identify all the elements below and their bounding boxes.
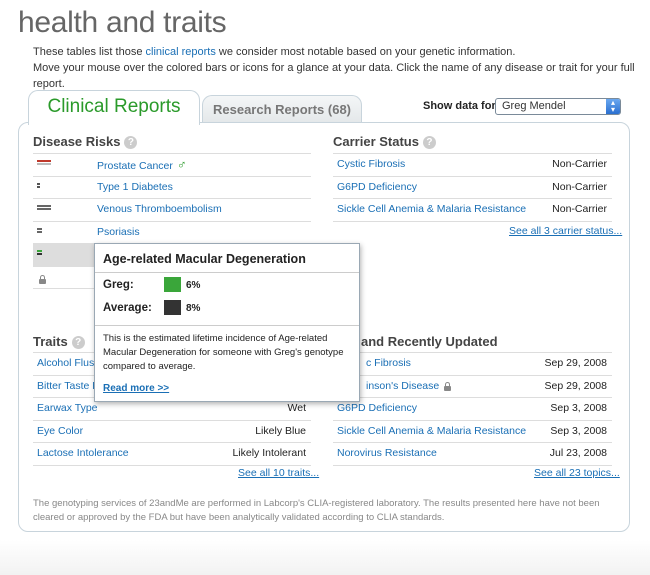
tooltip-greg-pct: 6% [186,280,201,291]
show-data-label: Show data for: [423,100,500,112]
recent-link[interactable]: Sickle Cell Anemia & Malaria Resistance [337,425,526,437]
tab-research-label: Research Reports (68) [213,102,351,117]
disease-link[interactable]: Venous Thromboembolism [97,203,222,215]
trait-link[interactable]: Lactose Intolerance [37,447,129,459]
tooltip-greg-label: Greg: [103,279,134,291]
list-item[interactable]: Prostate Cancer ♂ [33,153,311,177]
trait-value: Likely Intolerant [232,447,306,459]
person-select-value: Greg Mendel [502,100,566,112]
intro-line2: Move your mouse over the colored bars or… [33,62,635,90]
list-item[interactable]: G6PD Deficiency Non-Carrier [333,177,612,199]
trait-link[interactable]: Eye Color [37,425,83,437]
list-item[interactable]: G6PD Deficiency Sep 3, 2008 [333,398,612,421]
risk-bars-icon[interactable] [37,182,51,192]
greg-swatch [164,277,181,292]
tab-clinical-label: Clinical Reports [47,96,181,117]
list-item[interactable]: Lactose Intolerance Likely Intolerant [33,443,311,466]
disease-risks-heading: Disease Risks? [33,134,138,149]
tooltip-average-pct: 8% [186,303,201,314]
list-item[interactable]: Type 1 Diabetes [33,177,311,199]
tooltip-divider [95,272,359,273]
tooltip-title: Age-related Macular Degeneration [103,252,306,266]
lock-icon [444,380,452,392]
page-footer-fade [0,540,650,575]
risk-tooltip: Age-related Macular Degeneration Greg: 6… [94,243,360,402]
disease-link[interactable]: Prostate Cancer [97,160,173,172]
recent-date: Sep 29, 2008 [544,357,607,369]
recent-list: c Fibrosis Sep 29, 2008 inson's Disease Se… [333,352,612,466]
trait-value: Likely Blue [255,424,306,437]
help-icon[interactable]: ? [422,136,436,149]
intro-line1-pre: These tables list those [33,46,146,58]
lock-icon [39,269,46,290]
read-more-link[interactable]: Read more >> [103,383,169,394]
list-item[interactable]: Sickle Cell Anemia & Malaria Resistance N… [333,199,612,222]
list-item[interactable]: Venous Thromboembolism [33,199,311,222]
list-item[interactable]: c Fibrosis Sep 29, 2008 [333,352,612,376]
carrier-status-title: Carrier Status [333,134,419,149]
recent-link[interactable]: c Fibrosis [366,357,411,369]
select-arrows-icon: ▴ ▾ [606,99,620,114]
disclaimer-text: The genotyping services of 23andMe are p… [33,498,600,523]
carrier-link[interactable]: G6PD Deficiency [337,181,417,193]
carrier-value: Non-Carrier [552,203,607,215]
clinical-reports-link[interactable]: clinical reports [146,46,216,58]
traits-title: Traits [33,334,68,349]
list-item[interactable]: Psoriasis [33,222,311,244]
risk-bars-icon[interactable] [37,250,51,259]
see-all-carrier-link[interactable]: See all 3 carrier status... [509,225,622,237]
carrier-value: Non-Carrier [552,180,607,193]
see-all-topics-link[interactable]: See all 23 topics... [534,467,620,479]
risk-bars-icon[interactable] [37,205,51,214]
recent-link[interactable]: Norovirus Resistance [337,447,437,459]
recent-link[interactable]: inson's Disease [366,380,439,392]
recent-date: Sep 3, 2008 [550,424,607,437]
traits-heading: Traits? [33,334,85,349]
trait-link[interactable]: Alcohol Flush [37,357,100,369]
tooltip-average-label: Average: [103,302,152,314]
tab-clinical-reports[interactable]: Clinical Reports [28,90,200,125]
list-item[interactable]: Eye Color Likely Blue [33,421,311,443]
list-item[interactable]: inson's Disease Sep 29, 2008 [333,376,612,398]
intro-line1-post: we consider most notable based on your g… [215,46,516,58]
tab-research-reports[interactable]: Research Reports (68) [202,95,362,124]
average-swatch [164,300,181,315]
see-all-traits-link[interactable]: See all 10 traits... [238,467,319,479]
disease-link[interactable]: Psoriasis [97,226,140,238]
list-item[interactable]: Norovirus Resistance Jul 23, 2008 [333,443,612,466]
tooltip-divider [95,325,359,326]
carrier-value: Non-Carrier [552,158,607,170]
risk-bars-icon[interactable] [37,227,51,237]
carrier-status-list: Cystic Fibrosis Non-Carrier G6PD Deficien… [333,153,612,222]
trait-link[interactable]: Earwax Type [37,402,98,414]
intro-text: These tables list those clinical reports… [33,44,650,92]
list-item[interactable]: Sickle Cell Anemia & Malaria Resistance S… [333,421,612,443]
person-select[interactable]: Greg Mendel ▴ ▾ [495,98,621,115]
help-icon[interactable]: ? [71,336,85,349]
recent-heading: and Recently Updated [361,334,498,349]
recent-date: Sep 3, 2008 [550,402,607,414]
carrier-link[interactable]: Cystic Fibrosis [337,158,405,170]
carrier-status-heading: Carrier Status? [333,134,436,149]
recent-link[interactable]: G6PD Deficiency [337,402,417,414]
page-title: health and traits [18,6,227,39]
male-icon: ♂ [176,157,187,172]
tab-join [29,121,197,124]
help-icon[interactable]: ? [124,136,138,149]
tooltip-description: This is the estimated lifetime incidence… [103,333,344,372]
list-item[interactable]: Cystic Fibrosis Non-Carrier [333,153,612,177]
disease-link[interactable]: Type 1 Diabetes [97,181,173,193]
disease-risks-title: Disease Risks [33,134,121,149]
trait-link[interactable]: Bitter Taste P [37,380,99,392]
recent-date: Sep 29, 2008 [544,379,607,392]
carrier-link[interactable]: Sickle Cell Anemia & Malaria Resistance [337,203,526,215]
recent-date: Jul 23, 2008 [549,447,607,459]
risk-bars-icon[interactable] [37,160,51,169]
